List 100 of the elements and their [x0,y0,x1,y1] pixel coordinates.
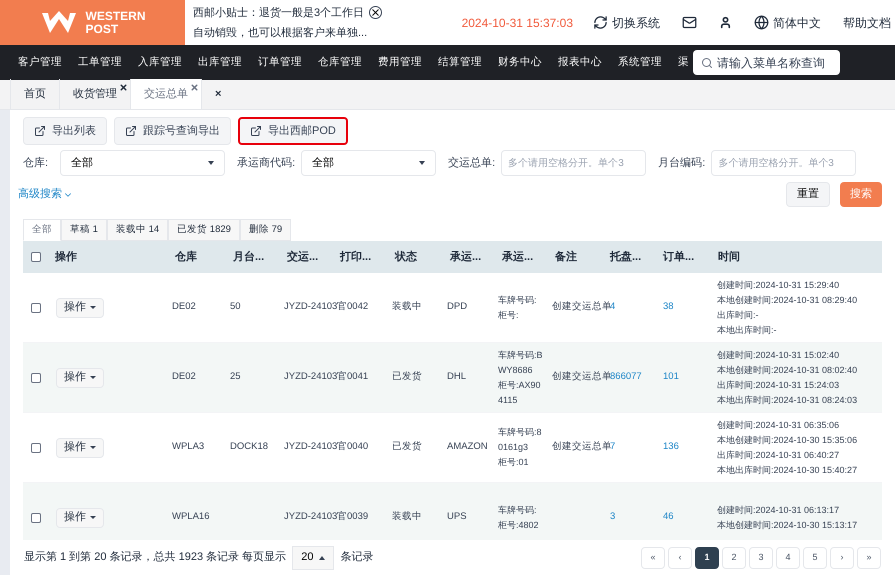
menu-item[interactable]: 入库管理 [138,54,182,70]
action-dropdown[interactable]: 操作 [56,508,104,528]
pallet-link[interactable]: 3 [610,511,616,522]
notice-text: 西邮小贴士：退货一般是3个工作日 [193,6,365,20]
menu-item[interactable]: 订单管理 [258,54,302,70]
page-button[interactable]: » [857,546,881,568]
action-dropdown[interactable]: 操作 [56,368,104,388]
action-dropdown[interactable]: 操作 [56,438,104,458]
status-tab[interactable]: 已发货 1829 [168,219,240,241]
time-line: 创建时间:2024-10-31 06:35:06 [717,418,840,432]
time-line: 出库时间:2024-10-31 06:40:27 [717,448,840,462]
action-dropdown[interactable]: 操作 [56,298,104,318]
menu-item[interactable]: 客户管理 [18,54,62,70]
page-button[interactable]: › [830,546,854,568]
time-line: 出库时间:- [717,308,760,322]
menu-search-field[interactable]: 请输入菜单名称查询 [693,50,840,75]
record-summary: 显示第 1 到第 20 条记录，总共 1923 条记录 每页显示 [24,550,286,566]
page-button[interactable]: ‹ [668,546,692,568]
column-header: 操作 [55,250,77,263]
table-cell: 装载中 [392,301,422,312]
page-button[interactable]: 5 [803,546,827,568]
column-header: 备注 [555,250,577,263]
page-tab[interactable]: × [201,79,234,109]
mail-icon[interactable] [682,15,697,30]
pallet-link[interactable]: 7 [610,441,616,452]
menu-item[interactable]: 工单管理 [78,54,122,70]
checkbox[interactable] [31,252,41,262]
page-button[interactable]: 3 [749,546,773,568]
header-link[interactable]: 简体中文 [754,14,821,32]
page-tab[interactable]: 交运总单 [130,79,201,109]
input-field[interactable]: 多个请用空格分开。单个3 [501,150,646,176]
pallet-link[interactable]: 866077 [610,371,642,382]
menu-item[interactable]: 系统管理 [618,54,662,70]
close-icon[interactable] [119,83,128,92]
checkbox[interactable] [31,302,41,312]
order-count-link[interactable]: 46 [663,511,674,522]
table-cell: 25 [230,371,241,382]
close-icon[interactable] [369,6,382,19]
checkbox[interactable] [31,372,41,382]
table-cell: 官0040 [337,441,368,452]
select-field[interactable]: 全部 [301,150,436,176]
logo-text: WESTERN [86,10,146,22]
reset-button[interactable]: 重置 [786,182,830,207]
status-tab[interactable]: 草稿 1 [61,219,107,241]
table-cell: 创建交运总单 [552,371,612,382]
menu-item[interactable]: 渠 [678,54,689,70]
select-field[interactable]: 全部 [60,150,226,176]
status-tab[interactable]: 删除 79 [240,219,292,241]
advanced-search-link[interactable]: 高级搜索 [18,186,73,203]
notice-text: 自动销毁，也可以根据客户来单独... [193,26,365,40]
time-line: 本地创建时间:2024-10-30 15:13:17 [717,518,858,532]
page-size-select[interactable]: 20 [292,546,334,570]
menu-item[interactable]: 财务中心 [498,54,542,70]
menu-item[interactable]: 出库管理 [198,54,242,70]
page-button[interactable]: 4 [776,546,800,568]
time-line: 出库时间:2024-10-31 15:24:03 [717,378,840,392]
status-tab[interactable]: 装载中 14 [106,219,168,241]
table-cell: JYZD-24103 [284,371,338,382]
table-cell: 官0042 [337,301,368,312]
input-field[interactable]: 多个请用空格分开。单个3 [711,150,856,176]
time-line: 本地创建时间:2024-10-30 15:35:06 [717,434,858,446]
menu-item[interactable]: 报表中心 [558,54,602,70]
caret-icon [419,161,426,165]
logo-icon [40,10,78,34]
page-button[interactable]: 1 [695,546,719,568]
table-cell: WPLA16 [172,511,210,522]
user-icon[interactable] [719,16,732,29]
menu-item[interactable]: 仓库管理 [318,54,362,70]
menu-item[interactable]: 费用管理 [378,54,422,70]
page-button[interactable]: « [641,546,665,568]
page-button[interactable]: 2 [722,546,746,568]
time-line: 本地出库时间:- [717,324,778,336]
checkbox[interactable] [31,442,41,452]
table-cell: 装载中 [392,511,422,522]
table-cell: 创建交运总单 [552,441,612,452]
column-header: 托盘... [610,250,642,263]
table-cell-text: WY8686 [498,364,534,376]
export-icon [34,125,46,137]
table-cell: AMAZON [447,441,488,452]
toolbar-button[interactable]: 导出列表 [23,117,107,145]
toolbar-button[interactable]: 导出西邮POD [238,117,348,145]
table-cell: 官0041 [337,371,368,382]
checkbox[interactable] [31,512,41,522]
header-link[interactable]: 帮助文档 [843,14,891,32]
table-cell: 已发货 [392,441,422,452]
table-cell: 创建交运总单 [552,301,612,312]
order-count-link[interactable]: 136 [663,441,679,452]
status-tab[interactable]: 全部 [23,219,61,241]
column-header: 状态 [395,250,417,263]
toolbar-button[interactable]: 跟踪号查询导出 [114,117,231,145]
header-link[interactable]: 切换系统 [593,14,660,32]
pallet-link[interactable]: 4 [610,301,616,312]
table-cell: JYZD-24103 [284,511,338,522]
menu-item[interactable]: 结算管理 [438,54,482,70]
order-count-link[interactable]: 101 [663,371,679,382]
time-line: 本地出库时间:2024-10-31 08:24:03 [717,394,858,406]
page-tab[interactable]: 首页 [10,79,59,109]
table-cell: DE02 [172,371,196,382]
time-line: 创建时间:2024-10-31 06:13:17 [717,504,840,516]
order-count-link[interactable]: 38 [663,301,674,312]
